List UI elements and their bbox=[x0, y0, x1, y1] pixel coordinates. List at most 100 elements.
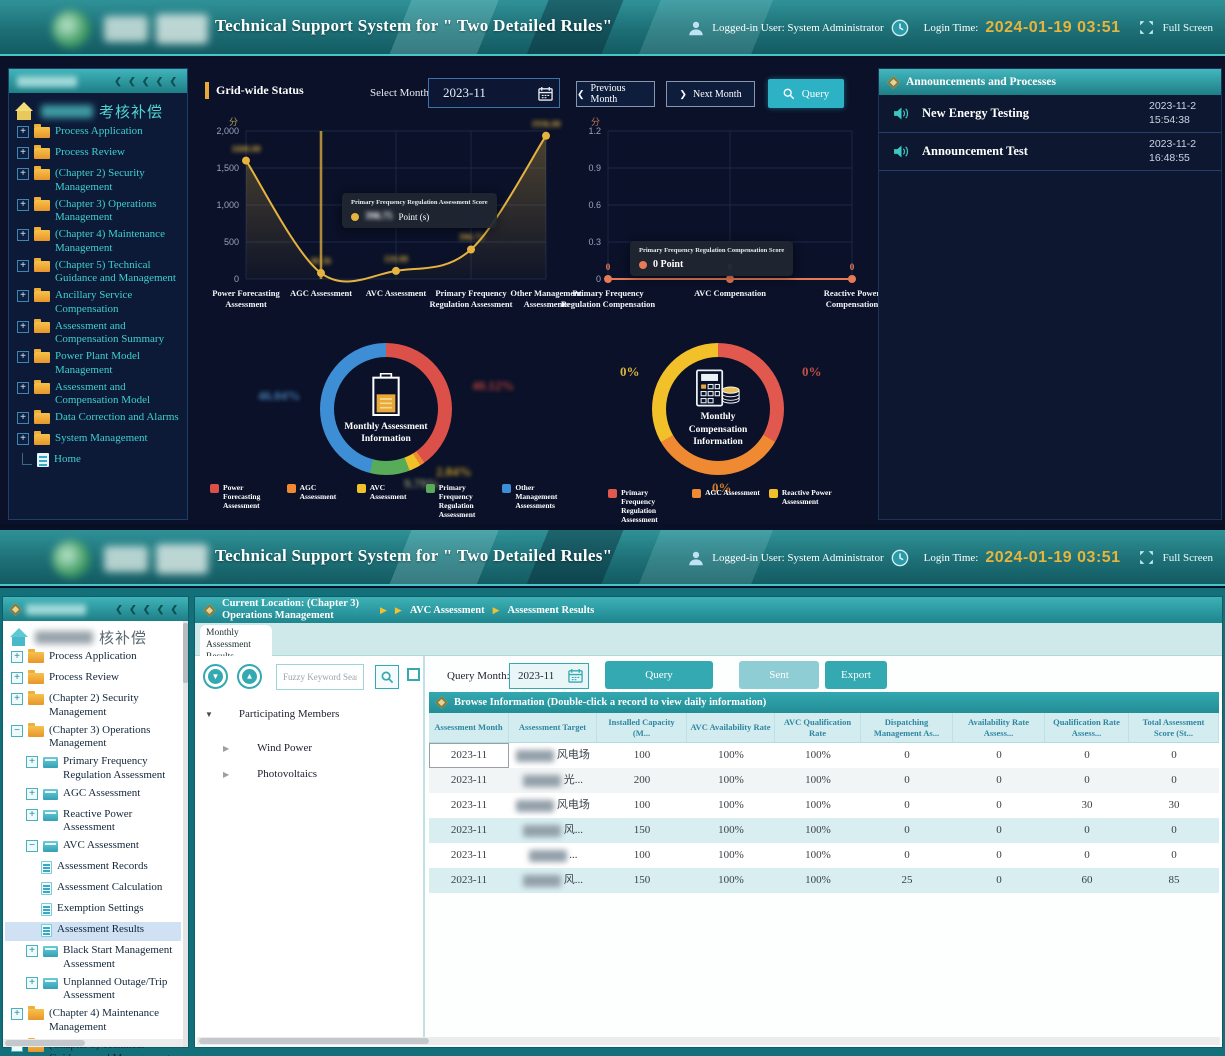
expand-icon[interactable]: + bbox=[17, 321, 29, 333]
next-month-button[interactable]: ❯Next Month bbox=[666, 81, 755, 107]
legend-item-reactive-power-assessment[interactable]: Reactive Power Assessment bbox=[769, 488, 844, 506]
column-header-installed-capacity-m[interactable]: Installed Capacity (M... bbox=[597, 713, 687, 742]
expand-icon[interactable]: + bbox=[26, 788, 38, 800]
column-header-avc-qualification-rate[interactable]: AVC Qualification Rate bbox=[775, 713, 861, 742]
expand-icon[interactable]: + bbox=[17, 382, 29, 394]
legend-item-agc-assessment[interactable]: AGC Assessment bbox=[287, 483, 348, 501]
expand-icon[interactable]: + bbox=[17, 290, 29, 302]
column-header-avc-availability-rate[interactable]: AVC Availability Rate bbox=[687, 713, 775, 742]
sidebar-item-assessment-and-compensation-model[interactable]: +Assessment and Compensation Model bbox=[17, 381, 185, 409]
table-row[interactable]: 2023-11 ...100100%100%0000 bbox=[429, 843, 1219, 868]
calendar-icon[interactable] bbox=[568, 668, 583, 683]
fullscreen-label[interactable]: Full Screen bbox=[1163, 22, 1213, 34]
tree-item-process-application[interactable]: +Process Application bbox=[5, 649, 181, 668]
sidebar-item-power-plant-model-management[interactable]: +Power Plant Model Management bbox=[17, 350, 185, 378]
tree-item-process-review[interactable]: +Process Review bbox=[5, 670, 181, 689]
legend-item-avc-assessment[interactable]: AVC Assessment bbox=[357, 483, 417, 501]
expand-icon[interactable]: + bbox=[26, 977, 38, 989]
tree-item-assessment-records[interactable]: Assessment Records bbox=[5, 859, 181, 878]
expand-icon[interactable]: + bbox=[11, 651, 23, 663]
query-button[interactable]: Query bbox=[605, 661, 713, 689]
tree-item-unplanned-outage-trip-assessment[interactable]: +Unplanned Outage/Trip Assessment bbox=[5, 975, 181, 1005]
export-button[interactable]: Export bbox=[825, 661, 887, 689]
table-row[interactable]: 2023-11 风电场100100%100%003030 bbox=[429, 793, 1219, 818]
tree-item-assessment-calculation[interactable]: Assessment Calculation bbox=[5, 880, 181, 899]
fuzzy-search-input[interactable] bbox=[276, 664, 364, 690]
expand-icon[interactable]: + bbox=[17, 260, 29, 272]
legend-item-primary-frequency-regulation-assessment[interactable]: Primary Frequency Regulation Assessment bbox=[608, 488, 683, 524]
column-header-assessment-month[interactable]: Assessment Month bbox=[429, 713, 509, 742]
tree-item-exemption-settings[interactable]: Exemption Settings bbox=[5, 901, 181, 920]
tree-item-chapter-4-maintenance-management[interactable]: +(Chapter 4) Maintenance Management bbox=[5, 1006, 181, 1036]
sidebar-collapse-bar[interactable]: ❮ ❮ ❮ ❮ ❮ bbox=[3, 597, 188, 621]
expand-all-button[interactable]: ▼ bbox=[203, 664, 228, 689]
column-header-dispatching-management-as[interactable]: Dispatching Management As... bbox=[861, 713, 953, 742]
query-button[interactable]: Query bbox=[768, 79, 844, 108]
sidebar-item-ancillary-service-compensation[interactable]: +Ancillary Service Compensation bbox=[17, 289, 185, 317]
table-row[interactable]: 2023-11 风...150100%100%0000 bbox=[429, 818, 1219, 843]
tree-item-chapter-2-security-management[interactable]: +(Chapter 2) Security Management bbox=[5, 691, 181, 721]
expand-icon[interactable]: + bbox=[17, 199, 29, 211]
expand-icon[interactable]: + bbox=[17, 412, 29, 424]
scrollbar-thumb[interactable] bbox=[183, 623, 188, 683]
members-tree-item-wind-power[interactable]: ▶ Wind Power bbox=[223, 742, 312, 754]
previous-month-button[interactable]: ❮Previous Month bbox=[576, 81, 655, 107]
select-checkbox[interactable] bbox=[407, 668, 420, 681]
table-row[interactable]: 2023-11 风...150100%100%2506085 bbox=[429, 868, 1219, 893]
announcement-item-new-energy-testing[interactable]: New Energy Testing2023-11-215:54:38 bbox=[879, 95, 1221, 133]
tree-collapsed-icon[interactable]: ▶ bbox=[223, 770, 229, 779]
fullscreen-label[interactable]: Full Screen bbox=[1163, 552, 1213, 564]
table-row[interactable]: 2023-11 光...200100%100%0000 bbox=[429, 768, 1219, 793]
sidebar-item-process-application[interactable]: +Process Application bbox=[17, 125, 185, 143]
tree-item-chapter-3-operations-management[interactable]: −(Chapter 3) Operations Management bbox=[5, 723, 181, 753]
legend-item-agc-assessment[interactable]: AGC Assessment bbox=[692, 488, 760, 498]
tree-root[interactable]: 核补偿 bbox=[9, 627, 147, 648]
tree-root[interactable]: 考核补偿 bbox=[15, 101, 163, 122]
sidebar-item-home[interactable]: Home bbox=[17, 453, 185, 471]
scrollbar-thumb[interactable] bbox=[5, 1040, 85, 1046]
sidebar-item-chapter-5-technical-guidance-and-management[interactable]: +(Chapter 5) Technical Guidance and Mana… bbox=[17, 259, 185, 287]
sidebar-item-assessment-and-compensation-summary[interactable]: +Assessment and Compensation Summary bbox=[17, 320, 185, 348]
expand-icon[interactable]: + bbox=[11, 672, 23, 684]
expand-icon[interactable]: + bbox=[11, 693, 23, 705]
expand-icon[interactable]: + bbox=[26, 809, 38, 821]
legend-item-other-management-assessments[interactable]: Other Management Assessments bbox=[502, 483, 570, 510]
search-button[interactable] bbox=[375, 665, 399, 689]
column-header-availability-rate-assess[interactable]: Availability Rate Assess... bbox=[953, 713, 1045, 742]
tree-item-black-start-management-assessment[interactable]: +Black Start Management Assessment bbox=[5, 943, 181, 973]
announcement-item-announcement-test[interactable]: Announcement Test2023-11-216:48:55 bbox=[879, 133, 1221, 171]
tree-item-assessment-results[interactable]: Assessment Results bbox=[5, 922, 181, 941]
sidebar-item-chapter-2-security-management[interactable]: +(Chapter 2) Security Management bbox=[17, 167, 185, 195]
legend-item-power-forecasting-assessment[interactable]: Power Forecasting Assessment bbox=[210, 483, 278, 510]
calendar-icon[interactable] bbox=[538, 86, 553, 101]
members-tree-item-photovoltaics[interactable]: ▶ Photovoltaics bbox=[223, 768, 317, 780]
expand-icon[interactable]: + bbox=[17, 126, 29, 138]
column-header-qualification-rate-assess[interactable]: Qualification Rate Assess... bbox=[1045, 713, 1129, 742]
expand-icon[interactable]: + bbox=[17, 147, 29, 159]
breadcrumb-item[interactable]: AVC Assessment bbox=[410, 605, 485, 616]
tree-collapsed-icon[interactable]: ▶ bbox=[223, 744, 229, 753]
legend-item-primary-frequency-regulation-assessment[interactable]: Primary Frequency Regulation Assessment bbox=[426, 483, 494, 519]
expand-icon[interactable]: + bbox=[17, 168, 29, 180]
tree-item-agc-assessment[interactable]: +AGC Assessment bbox=[5, 786, 181, 805]
tree-item-reactive-power-assessment[interactable]: +Reactive Power Assessment bbox=[5, 807, 181, 837]
fullscreen-icon[interactable] bbox=[1138, 549, 1156, 567]
expand-icon[interactable]: + bbox=[17, 229, 29, 241]
expand-icon[interactable]: + bbox=[17, 351, 29, 363]
tree-item-primary-frequency-regulation-assessment[interactable]: +Primary Frequency Regulation Assessment bbox=[5, 754, 181, 784]
collapse-chevrons-icon[interactable]: ❮ ❮ ❮ ❮ ❮ bbox=[115, 604, 180, 615]
expand-icon[interactable]: + bbox=[11, 1008, 23, 1020]
tree-item-avc-assessment[interactable]: −AVC Assessment bbox=[5, 838, 181, 857]
horizontal-scrollbar[interactable] bbox=[197, 1037, 1220, 1045]
expand-icon[interactable]: − bbox=[11, 725, 23, 737]
tab-monthly-assessment-results[interactable]: Monthly Assessment Results bbox=[200, 625, 272, 656]
expand-icon[interactable]: + bbox=[26, 756, 38, 768]
members-tree-root[interactable]: ▼ Participating Members bbox=[205, 708, 339, 720]
expand-icon[interactable]: − bbox=[26, 840, 38, 852]
sent-button[interactable]: Sent bbox=[739, 661, 819, 689]
sidebar-item-data-correction-and-alarms[interactable]: +Data Correction and Alarms bbox=[17, 411, 185, 429]
expand-icon[interactable]: + bbox=[17, 433, 29, 445]
column-header-total-assessment-score-st[interactable]: Total Assessment Score (St... bbox=[1129, 713, 1219, 742]
column-header-assessment-target[interactable]: Assessment Target bbox=[509, 713, 597, 742]
tree-expanded-icon[interactable]: ▼ bbox=[205, 710, 213, 719]
